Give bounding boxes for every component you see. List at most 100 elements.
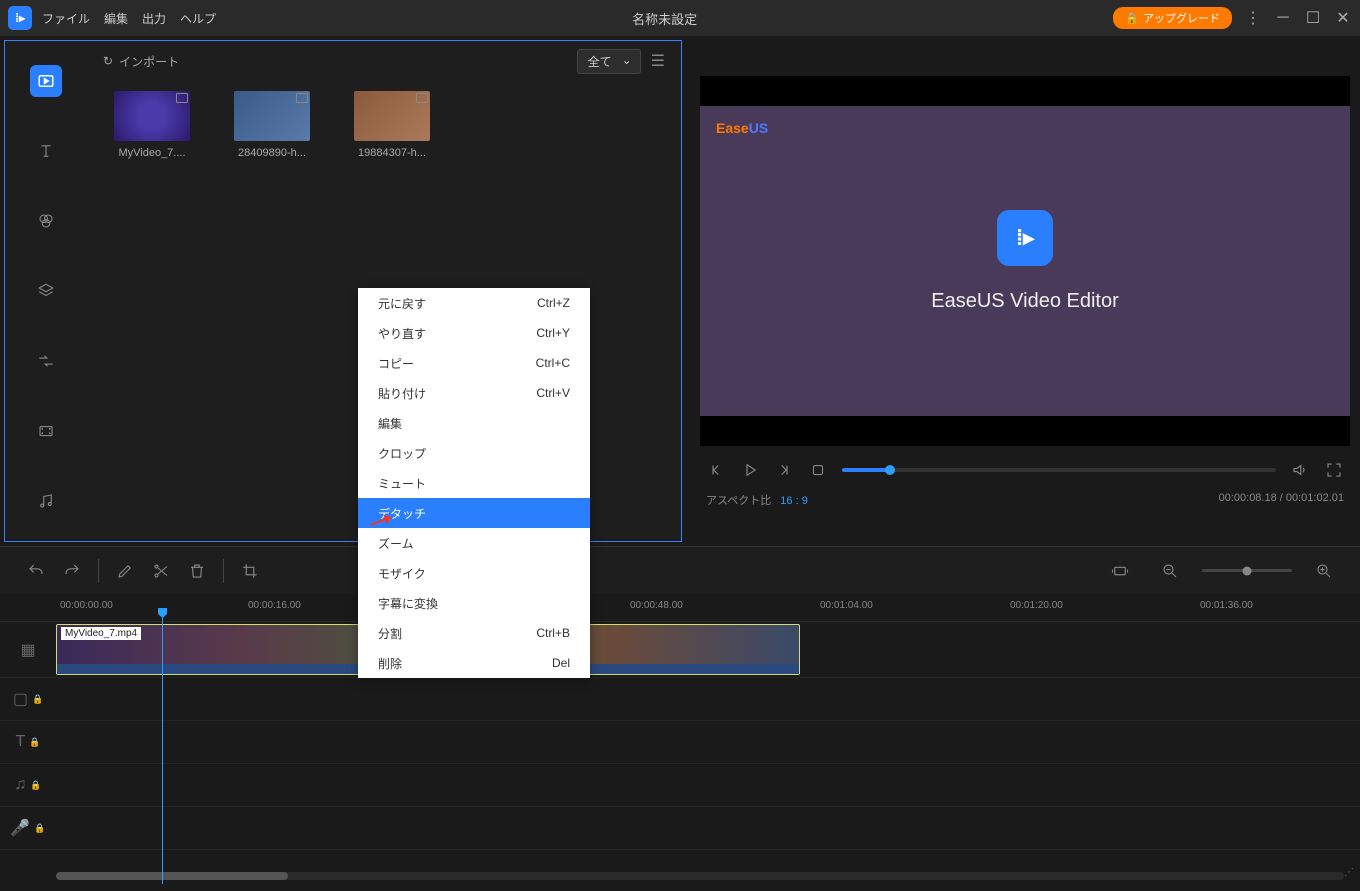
context-menu-item[interactable]: 編集 [358,408,590,438]
media-thumbnail [354,91,430,141]
video-track-icon: ▦ [20,640,35,660]
volume-icon[interactable] [1290,460,1310,480]
context-menu-shortcut: Ctrl+C [536,356,570,370]
lock-icon[interactable]: 🔒 [29,737,40,748]
context-menu-shortcut: Ctrl+B [536,626,570,640]
lock-icon[interactable]: 🔒 [34,823,45,834]
lock-icon[interactable]: 🔒 [30,780,41,791]
play-button[interactable] [740,460,760,480]
context-menu-label: コピー [378,355,414,372]
brand-watermark: EaseUS [716,120,768,136]
context-menu-item[interactable]: 削除Del [358,648,590,678]
context-menu-item[interactable]: クロップ [358,438,590,468]
playhead[interactable] [162,614,163,884]
track-video: ▦ MyVideo_7.mp4 [0,622,1360,678]
zoom-slider[interactable] [1202,569,1292,572]
sidebar-filter-icon[interactable] [30,205,62,237]
context-menu-shortcut: Ctrl+Y [536,326,570,340]
context-menu-label: 貼り付け [378,385,426,402]
undo-button[interactable] [18,553,54,589]
media-item[interactable]: MyVideo_7.... [107,91,197,159]
context-menu-item[interactable]: 分割 Ctrl+B [358,618,590,648]
filter-value: 全て [588,55,612,69]
upgrade-label: アップグレード [1143,10,1220,26]
context-menu-item[interactable]: 貼り付け Ctrl+V [358,378,590,408]
preview-time: 00:00:08.18 / 00:01:02.01 [1219,492,1344,508]
split-button[interactable] [143,553,179,589]
sidebar-element-icon[interactable] [30,415,62,447]
edit-button[interactable] [107,553,143,589]
sidebar-music-icon[interactable] [30,485,62,517]
menu-edit[interactable]: 編集 [104,10,128,27]
menu-file[interactable]: ファイル [42,10,90,27]
media-thumbnail [234,91,310,141]
context-menu-item[interactable]: ズーム [358,528,590,558]
track-text: T🔒 [0,721,1360,764]
zoom-in-button[interactable] [1306,553,1342,589]
audio-track-icon: ♫ [14,776,26,794]
context-menu-item[interactable]: ミュート [358,468,590,498]
main-menu: ファイル 編集 出力 ヘルプ [42,10,216,27]
sidebar-overlay-icon[interactable] [30,275,62,307]
media-item[interactable]: 19884307-h... [347,91,437,159]
delete-button[interactable] [179,553,215,589]
time-mark: 00:00:16.00 [248,600,301,611]
time-mark: 00:01:04.00 [820,600,873,611]
menu-output[interactable]: 出力 [142,10,166,27]
import-label: インポート [119,53,179,70]
zoom-out-button[interactable] [1152,553,1188,589]
redo-button[interactable] [54,553,90,589]
upgrade-button[interactable]: 🔒 アップグレード [1113,7,1232,29]
fit-button[interactable] [1102,553,1138,589]
lock-icon[interactable]: 🔒 [32,694,43,705]
import-button[interactable]: ↻ インポート [103,53,179,70]
next-frame-button[interactable] [774,460,794,480]
stop-button[interactable] [808,460,828,480]
context-menu-item[interactable]: 字幕に変換 [358,588,590,618]
media-name: 28409890-h... [227,147,317,159]
context-menu-label: 字幕に変換 [378,595,438,612]
menu-help[interactable]: ヘルプ [180,10,216,27]
context-menu-item[interactable]: デタッチ [358,498,590,528]
sidebar-transition-icon[interactable] [30,345,62,377]
context-menu-label: 分割 [378,625,402,642]
time-ruler[interactable]: 00:00:00.00 00:00:16.00 00:00:48.00 00:0… [0,594,1360,622]
more-icon[interactable]: ⋮ [1244,9,1262,27]
context-menu-shortcut: Del [552,656,570,670]
context-menu-label: モザイク [378,565,426,582]
context-menu-item[interactable]: 元に戻すCtrl+Z [358,288,590,318]
media-filter-select[interactable]: 全て ⌄ [577,49,641,74]
context-menu-item[interactable]: コピー Ctrl+C [358,348,590,378]
track-voiceover: 🎤🔒 [0,807,1360,850]
prev-frame-button[interactable] [706,460,726,480]
sidebar [5,41,87,541]
context-menu-label: ミュート [378,475,426,492]
context-menu-label: クロップ [378,445,426,462]
context-menu-shortcut: Ctrl+V [536,386,570,400]
list-view-icon[interactable]: ☰ [651,51,665,71]
text-track-icon: T [16,733,26,751]
brand-text: EaseUS Video Editor [931,290,1119,313]
time-mark: 00:01:20.00 [1010,600,1063,611]
timeline-scrollbar[interactable] [56,872,1344,880]
crop-button[interactable] [232,553,268,589]
preview-panel: EaseUS ⁞▸ EaseUS Video Editor アスペクト比 16 … [686,36,1360,546]
preview-progress[interactable] [842,468,1276,472]
time-mark: 00:00:00.00 [60,600,113,611]
chevron-down-icon: ⌄ [622,53,632,67]
resize-grip[interactable]: ⋰ [1344,867,1354,878]
sidebar-text-icon[interactable] [30,135,62,167]
media-item[interactable]: 28409890-h... [227,91,317,159]
sidebar-media-icon[interactable] [30,65,62,97]
minimize-button[interactable]: ─ [1274,9,1292,27]
pip-track-icon: ▢ [13,689,28,709]
context-menu-item[interactable]: モザイク [358,558,590,588]
app-logo: ⁞▸ [8,6,32,30]
close-button[interactable]: ✕ [1334,9,1352,27]
context-menu: 元に戻すCtrl+Zやり直すCtrl+Y コピー Ctrl+C 貼り付け Ctrl+V 編… [358,288,590,678]
track-pip: ▢🔒 [0,678,1360,721]
maximize-button[interactable]: ☐ [1304,9,1322,27]
fullscreen-icon[interactable] [1324,460,1344,480]
context-menu-item[interactable]: やり直すCtrl+Y [358,318,590,348]
mic-track-icon: 🎤 [10,818,30,838]
